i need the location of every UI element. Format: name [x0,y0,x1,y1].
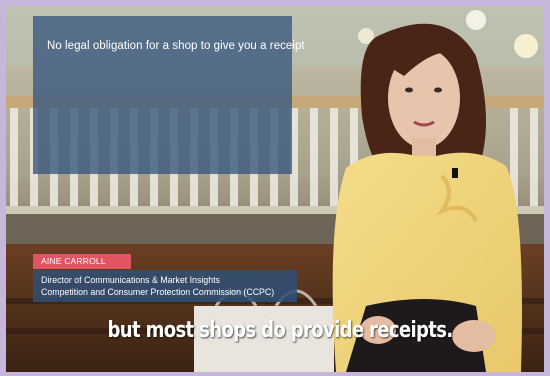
speaker-role-box: Director of Communications & Market Insi… [33,270,297,302]
title-card-overlay: No legal obligation for a shop to give y… [33,16,305,174]
speaker-role-line1: Director of Communications & Market Insi… [41,275,220,285]
title-card-text: No legal obligation for a shop to give y… [47,40,305,52]
speaker-role-line2: Competition and Consumer Protection Comm… [41,287,275,297]
subtitle-caption: but most shops do provide receipts. [107,318,454,343]
video-frame-border: No legal obligation for a shop to give y… [0,0,550,376]
speaker-name: AINE CARROLL [33,254,131,269]
